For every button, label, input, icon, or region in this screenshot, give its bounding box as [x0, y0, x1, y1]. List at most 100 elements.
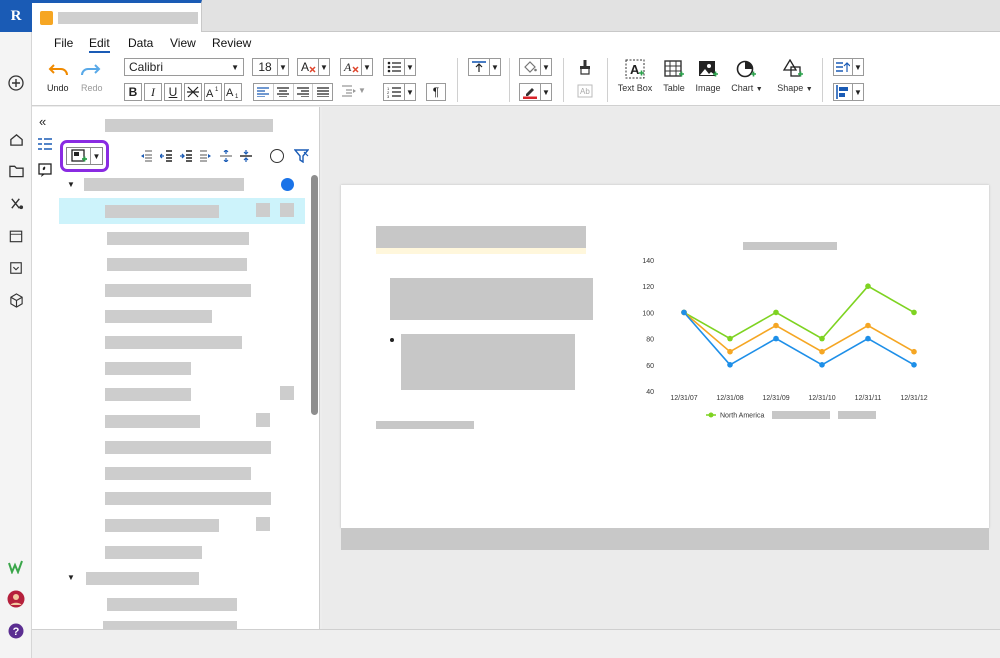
promote-icon[interactable]	[140, 150, 152, 165]
status-circle-icon[interactable]	[270, 149, 284, 163]
status-dot[interactable]	[281, 178, 294, 191]
comments-view-icon[interactable]	[38, 163, 52, 180]
move-down-icon[interactable]	[180, 150, 192, 165]
outline-section-title-redacted[interactable]	[86, 572, 199, 585]
collapse-pane-icon[interactable]: «	[39, 114, 46, 129]
chevron-down-icon[interactable]: ▼	[358, 86, 366, 95]
bring-forward-button[interactable]	[833, 58, 853, 76]
bullet-list-button[interactable]	[383, 58, 405, 76]
font-size-dropdown[interactable]: ▼	[278, 58, 289, 76]
shape-button[interactable]: Shape ▼	[770, 83, 820, 93]
outline-item-redacted[interactable]	[105, 467, 251, 480]
vertical-align-dropdown[interactable]: ▼	[490, 58, 501, 76]
menu-edit[interactable]: Edit	[89, 36, 110, 53]
outline-item-redacted[interactable]	[105, 388, 191, 401]
image-icon[interactable]	[697, 58, 719, 80]
font-name-select[interactable]: Calibri ▼	[124, 58, 244, 76]
undo-label[interactable]: Undo	[47, 83, 69, 93]
bold-button[interactable]: B	[124, 83, 142, 101]
table-icon[interactable]	[663, 58, 685, 80]
caret-down-icon[interactable]: ▼	[67, 180, 75, 189]
outline-item-redacted[interactable]	[105, 492, 271, 505]
demote-icon[interactable]	[200, 150, 212, 165]
outline-section-title-redacted[interactable]	[84, 178, 244, 191]
line-chart[interactable]: 140 120 100 80 60 40 12/31/07 12/31/08 12/31/09 1…	[620, 250, 960, 425]
shape-icon[interactable]	[782, 58, 804, 80]
outline-item-redacted[interactable]	[105, 284, 251, 297]
home-icon[interactable]	[6, 129, 26, 149]
numbered-list-button[interactable]: 123	[383, 83, 405, 101]
paragraph-marks-button[interactable]: ¶	[426, 83, 446, 101]
folder-icon[interactable]	[6, 161, 26, 181]
form-icon[interactable]	[6, 258, 26, 278]
subscript-button[interactable]: A1	[224, 83, 242, 101]
outline-item-redacted[interactable]	[103, 621, 237, 629]
superscript-button[interactable]: A1	[204, 83, 222, 101]
clear-format-dropdown[interactable]: ▼	[319, 58, 330, 76]
bullet-list-dropdown[interactable]: ▼	[405, 58, 416, 76]
slide-title-redacted[interactable]	[376, 226, 586, 248]
outline-view-icon[interactable]	[38, 138, 52, 153]
outline-item-redacted[interactable]	[107, 232, 249, 245]
format-painter-icon[interactable]	[578, 59, 592, 78]
strikethrough-button[interactable]	[184, 83, 202, 101]
clear-style-button[interactable]: A	[340, 58, 362, 76]
outline-item-redacted[interactable]	[105, 205, 219, 218]
underline-button[interactable]: U	[164, 83, 182, 101]
clear-format-button[interactable]: A	[297, 58, 319, 76]
menu-review[interactable]: Review	[212, 36, 251, 50]
border-color-button[interactable]	[519, 83, 541, 101]
fill-color-dropdown[interactable]: ▼	[541, 58, 552, 76]
outline-item-redacted[interactable]	[105, 310, 212, 323]
chevron-down-icon[interactable]: ▼	[91, 148, 102, 164]
outline-item-redacted[interactable]	[105, 336, 242, 349]
avatar[interactable]	[6, 589, 26, 609]
justify-icon[interactable]	[313, 84, 332, 100]
calendar-icon[interactable]	[6, 226, 26, 246]
formula-icon[interactable]	[6, 193, 26, 213]
chart-icon[interactable]	[735, 58, 757, 80]
redo-label[interactable]: Redo	[81, 83, 103, 93]
clear-style-dropdown[interactable]: ▼	[362, 58, 373, 76]
fill-color-button[interactable]	[519, 58, 541, 76]
indent-icon[interactable]	[342, 85, 356, 100]
workspace-logo-icon[interactable]	[6, 557, 26, 577]
align-left-icon[interactable]	[254, 84, 274, 100]
outline-item-redacted[interactable]	[105, 546, 202, 559]
slide-subtitle-redacted[interactable]	[390, 278, 593, 320]
add-icon[interactable]	[6, 73, 26, 93]
chart-button[interactable]: Chart ▼	[722, 83, 772, 93]
cube-icon[interactable]	[6, 290, 26, 310]
move-up-icon[interactable]	[159, 150, 172, 165]
outline-item-redacted[interactable]	[107, 258, 247, 271]
add-slide-icon[interactable]	[67, 148, 91, 164]
slide-footnote-redacted[interactable]	[376, 421, 474, 429]
add-slide-button[interactable]: ▼	[66, 147, 103, 165]
font-size-select[interactable]: 18	[252, 58, 278, 76]
align-right-icon[interactable]	[294, 84, 314, 100]
align-objects-button[interactable]	[833, 83, 853, 101]
menu-view[interactable]: View	[170, 36, 196, 50]
border-color-dropdown[interactable]: ▼	[541, 83, 552, 101]
caret-down-icon[interactable]: ▼	[67, 573, 75, 582]
outline-item-redacted[interactable]	[107, 598, 237, 611]
text-box-icon[interactable]: A	[624, 58, 646, 80]
slide-bullet-text-redacted[interactable]	[401, 334, 575, 390]
vertical-align-button[interactable]	[468, 58, 490, 76]
redo-icon[interactable]	[79, 62, 101, 81]
filter-icon[interactable]	[293, 149, 310, 166]
help-icon[interactable]: ?	[6, 621, 26, 641]
outline-item-redacted[interactable]	[105, 519, 219, 532]
align-center-icon[interactable]	[274, 84, 294, 100]
menu-data[interactable]: Data	[128, 36, 153, 50]
collapse-icon[interactable]	[240, 150, 252, 165]
outline-item-redacted[interactable]	[105, 362, 191, 375]
outline-item-redacted[interactable]	[105, 415, 200, 428]
menu-file[interactable]: File	[54, 36, 73, 50]
document-tab[interactable]	[32, 0, 202, 33]
italic-button[interactable]: I	[144, 83, 162, 101]
undo-icon[interactable]	[48, 62, 70, 81]
numbered-list-dropdown[interactable]: ▼	[405, 83, 416, 101]
align-objects-dropdown[interactable]: ▼	[853, 83, 864, 101]
outline-scrollbar[interactable]	[311, 175, 318, 415]
